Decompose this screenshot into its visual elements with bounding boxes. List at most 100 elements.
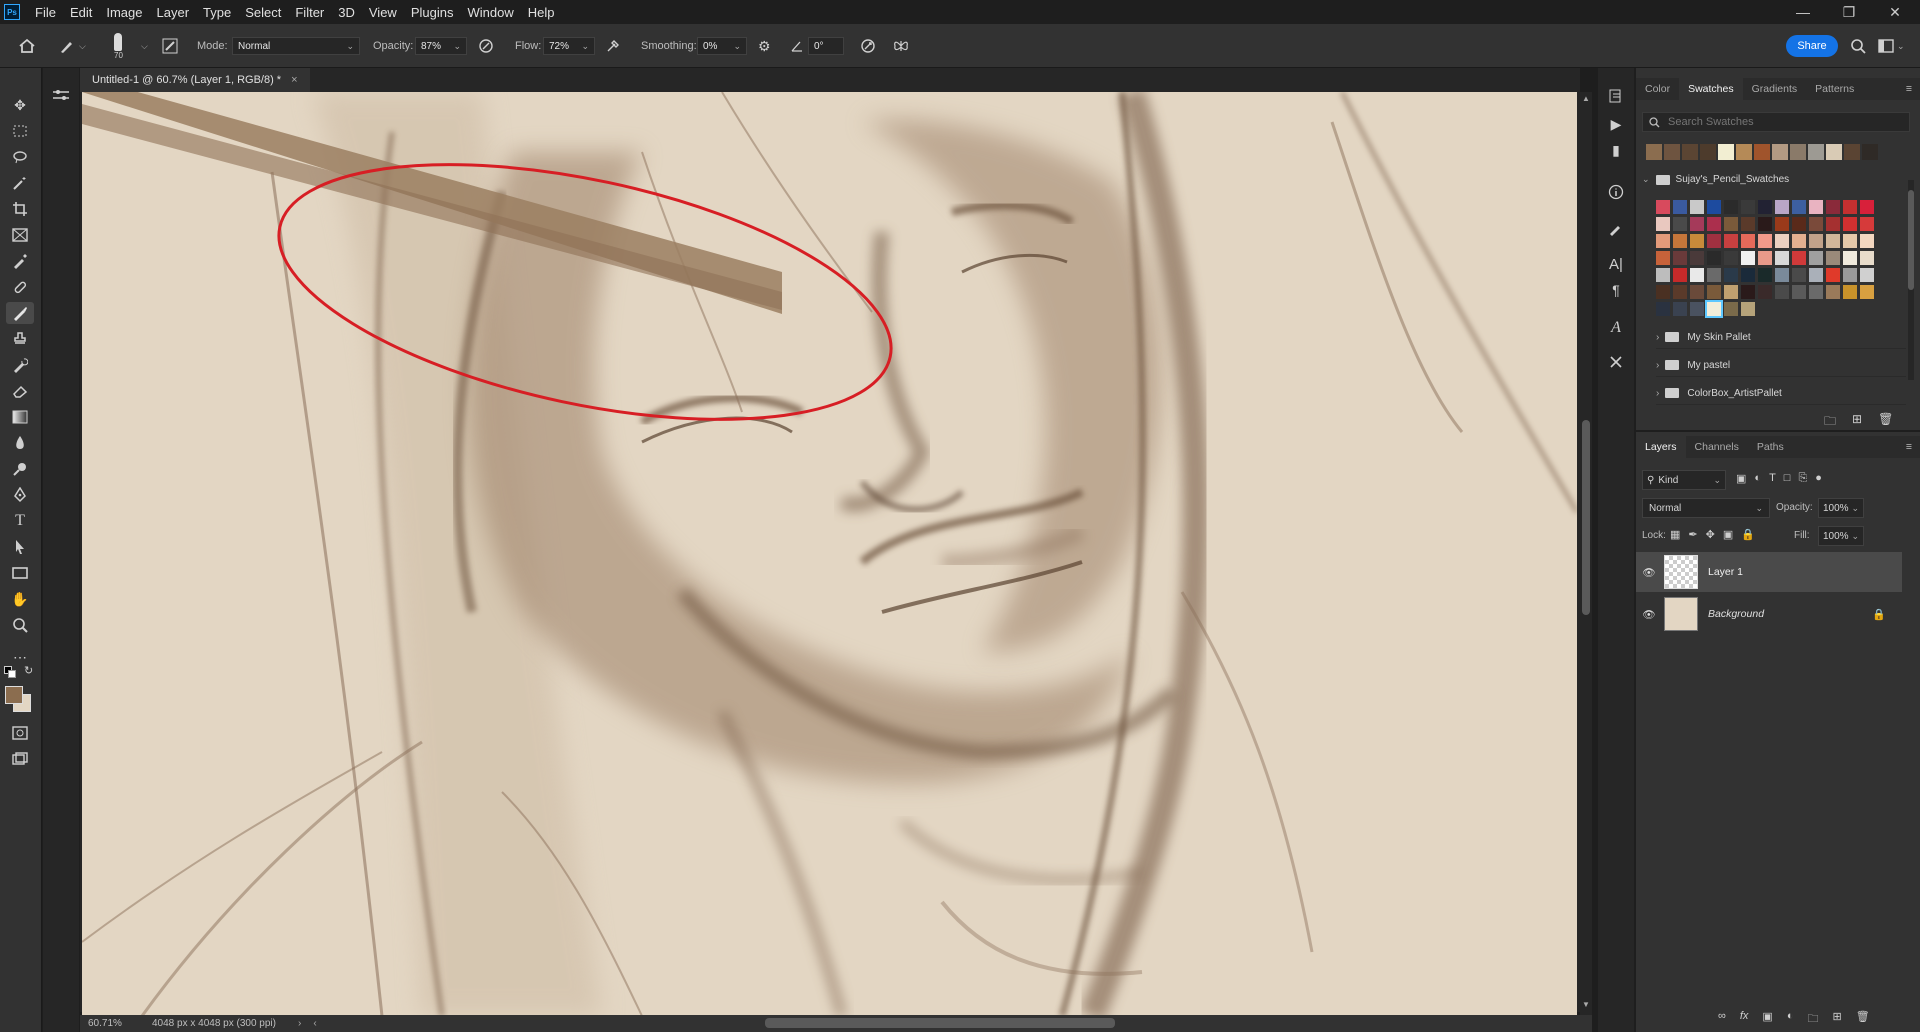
swatch[interactable] xyxy=(1690,234,1704,248)
magic-wand-tool-icon[interactable] xyxy=(6,172,34,194)
filter-pixel-icon[interactable]: ▣ xyxy=(1736,472,1746,485)
swatch[interactable] xyxy=(1826,285,1840,299)
swatch[interactable] xyxy=(1690,268,1704,282)
visibility-eye-icon[interactable]: 👁 xyxy=(1636,566,1662,579)
zoom-tool-icon[interactable] xyxy=(6,614,34,636)
crop-tool-icon[interactable] xyxy=(6,198,34,220)
lock-transparent-pixels-icon[interactable]: ▦ xyxy=(1670,528,1680,541)
menu-edit[interactable]: Edit xyxy=(63,5,99,20)
character-panel-icon[interactable]: A| xyxy=(1606,254,1626,274)
lock-image-pixels-brush-icon[interactable]: ✒ xyxy=(1688,528,1697,541)
brushes-panel-icon[interactable] xyxy=(1606,218,1626,238)
menu-window[interactable]: Window xyxy=(460,5,520,20)
swatch[interactable] xyxy=(1809,268,1823,282)
swatch[interactable] xyxy=(1707,285,1721,299)
tab-gradients[interactable]: Gradients xyxy=(1743,78,1807,100)
marquee-tool-icon[interactable] xyxy=(6,120,34,142)
menu-image[interactable]: Image xyxy=(99,5,149,20)
swatch[interactable] xyxy=(1690,217,1704,231)
swatch[interactable] xyxy=(1775,234,1789,248)
swatch[interactable] xyxy=(1860,285,1874,299)
menu-type[interactable]: Type xyxy=(196,5,238,20)
swatch[interactable] xyxy=(1656,302,1670,316)
flow-input[interactable]: 72% ⌄ xyxy=(543,37,595,55)
swatch[interactable] xyxy=(1741,251,1755,265)
visibility-eye-icon[interactable]: 👁 xyxy=(1636,608,1662,621)
menu-3d[interactable]: 3D xyxy=(331,5,362,20)
tab-channels[interactable]: Channels xyxy=(1686,436,1748,458)
zoom-level[interactable]: 60.71% xyxy=(88,1018,148,1029)
airbrush-icon[interactable] xyxy=(605,24,621,68)
home-icon[interactable] xyxy=(18,24,36,68)
swatch[interactable] xyxy=(1826,268,1840,282)
info-panel-icon[interactable] xyxy=(1606,182,1626,202)
history-panel-icon[interactable] xyxy=(1606,86,1626,106)
swatch[interactable] xyxy=(1809,251,1823,265)
swatch[interactable] xyxy=(1792,268,1806,282)
new-layer-icon[interactable]: ⊞ xyxy=(1832,1010,1841,1029)
recent-swatch[interactable] xyxy=(1682,144,1698,160)
panel-menu-icon[interactable]: ≡ xyxy=(1906,83,1912,95)
smoothing-input[interactable]: 0% ⌄ xyxy=(697,37,747,55)
workspace-switcher-icon[interactable]: ⌄ xyxy=(1878,24,1905,68)
screen-mode-icon[interactable] xyxy=(6,748,34,770)
layer-lock-icon[interactable]: 🔒 xyxy=(1872,608,1886,621)
swatch[interactable] xyxy=(1656,234,1670,248)
swatch[interactable] xyxy=(1724,251,1738,265)
tab-layers[interactable]: Layers xyxy=(1636,436,1686,458)
lock-position-icon[interactable]: ✥ xyxy=(1706,528,1715,541)
swatch[interactable] xyxy=(1656,268,1670,282)
swatch[interactable] xyxy=(1690,200,1704,214)
recent-swatch[interactable] xyxy=(1808,144,1824,160)
swatch[interactable] xyxy=(1673,251,1687,265)
swatch[interactable] xyxy=(1690,285,1704,299)
tab-color[interactable]: Color xyxy=(1636,78,1679,100)
brush-tool-preset-icon[interactable]: ⌵ xyxy=(58,24,86,68)
healing-brush-tool-icon[interactable] xyxy=(6,276,34,298)
layer-row-background[interactable]: 👁 Background 🔒 xyxy=(1636,594,1902,634)
swatch[interactable] xyxy=(1792,217,1806,231)
swatch[interactable] xyxy=(1758,234,1772,248)
recent-swatch[interactable] xyxy=(1646,144,1662,160)
swatch[interactable] xyxy=(1673,268,1687,282)
swatch[interactable] xyxy=(1741,217,1755,231)
swatch[interactable] xyxy=(1724,234,1738,248)
delete-layer-trash-icon[interactable]: 🗑 xyxy=(1856,1010,1870,1029)
layer-opacity-input[interactable]: 100% ⌄ xyxy=(1818,498,1864,518)
swatch[interactable] xyxy=(1775,200,1789,214)
swatches-search-field[interactable] xyxy=(1642,112,1910,132)
swatch[interactable] xyxy=(1758,251,1772,265)
type-tool-icon[interactable]: T xyxy=(6,510,34,532)
move-tool-icon[interactable]: ✥ xyxy=(6,94,34,116)
plugins-panel-icon[interactable]: ▮ xyxy=(1606,140,1626,160)
pressure-size-icon[interactable] xyxy=(860,24,876,68)
recent-swatch[interactable] xyxy=(1664,144,1680,160)
history-brush-tool-icon[interactable] xyxy=(6,354,34,376)
swatch[interactable] xyxy=(1705,300,1723,318)
panel-menu-icon[interactable]: ≡ xyxy=(1906,441,1912,453)
brush-settings-panel-icon[interactable] xyxy=(162,24,178,68)
tab-swatches[interactable]: Swatches xyxy=(1679,78,1743,100)
add-mask-icon[interactable]: ▣ xyxy=(1762,1010,1772,1029)
lasso-tool-icon[interactable] xyxy=(6,146,34,168)
swatch[interactable] xyxy=(1724,268,1738,282)
swatch[interactable] xyxy=(1741,302,1755,316)
canvas[interactable] xyxy=(82,92,1577,1016)
scroll-down-icon[interactable]: ▼ xyxy=(1582,1000,1590,1009)
menu-filter[interactable]: Filter xyxy=(288,5,331,20)
clone-stamp-tool-icon[interactable] xyxy=(6,328,34,350)
swatch[interactable] xyxy=(1792,200,1806,214)
glyphs-panel-icon[interactable]: A xyxy=(1606,318,1626,338)
horizontal-scrollbar-thumb[interactable] xyxy=(765,1018,1115,1028)
swatch[interactable] xyxy=(1809,285,1823,299)
swatch[interactable] xyxy=(1860,268,1874,282)
layer-row-layer-1[interactable]: 👁 Layer 1 xyxy=(1636,552,1902,592)
scroll-up-icon[interactable]: ▲ xyxy=(1582,94,1590,103)
recent-swatch[interactable] xyxy=(1844,144,1860,160)
layer-blend-mode-select[interactable]: Normal ⌄ xyxy=(1642,498,1770,518)
swatch[interactable] xyxy=(1775,268,1789,282)
swatch[interactable] xyxy=(1673,285,1687,299)
swatch[interactable] xyxy=(1656,200,1670,214)
swatch[interactable] xyxy=(1860,217,1874,231)
vertical-scrollbar-thumb[interactable] xyxy=(1582,420,1590,615)
